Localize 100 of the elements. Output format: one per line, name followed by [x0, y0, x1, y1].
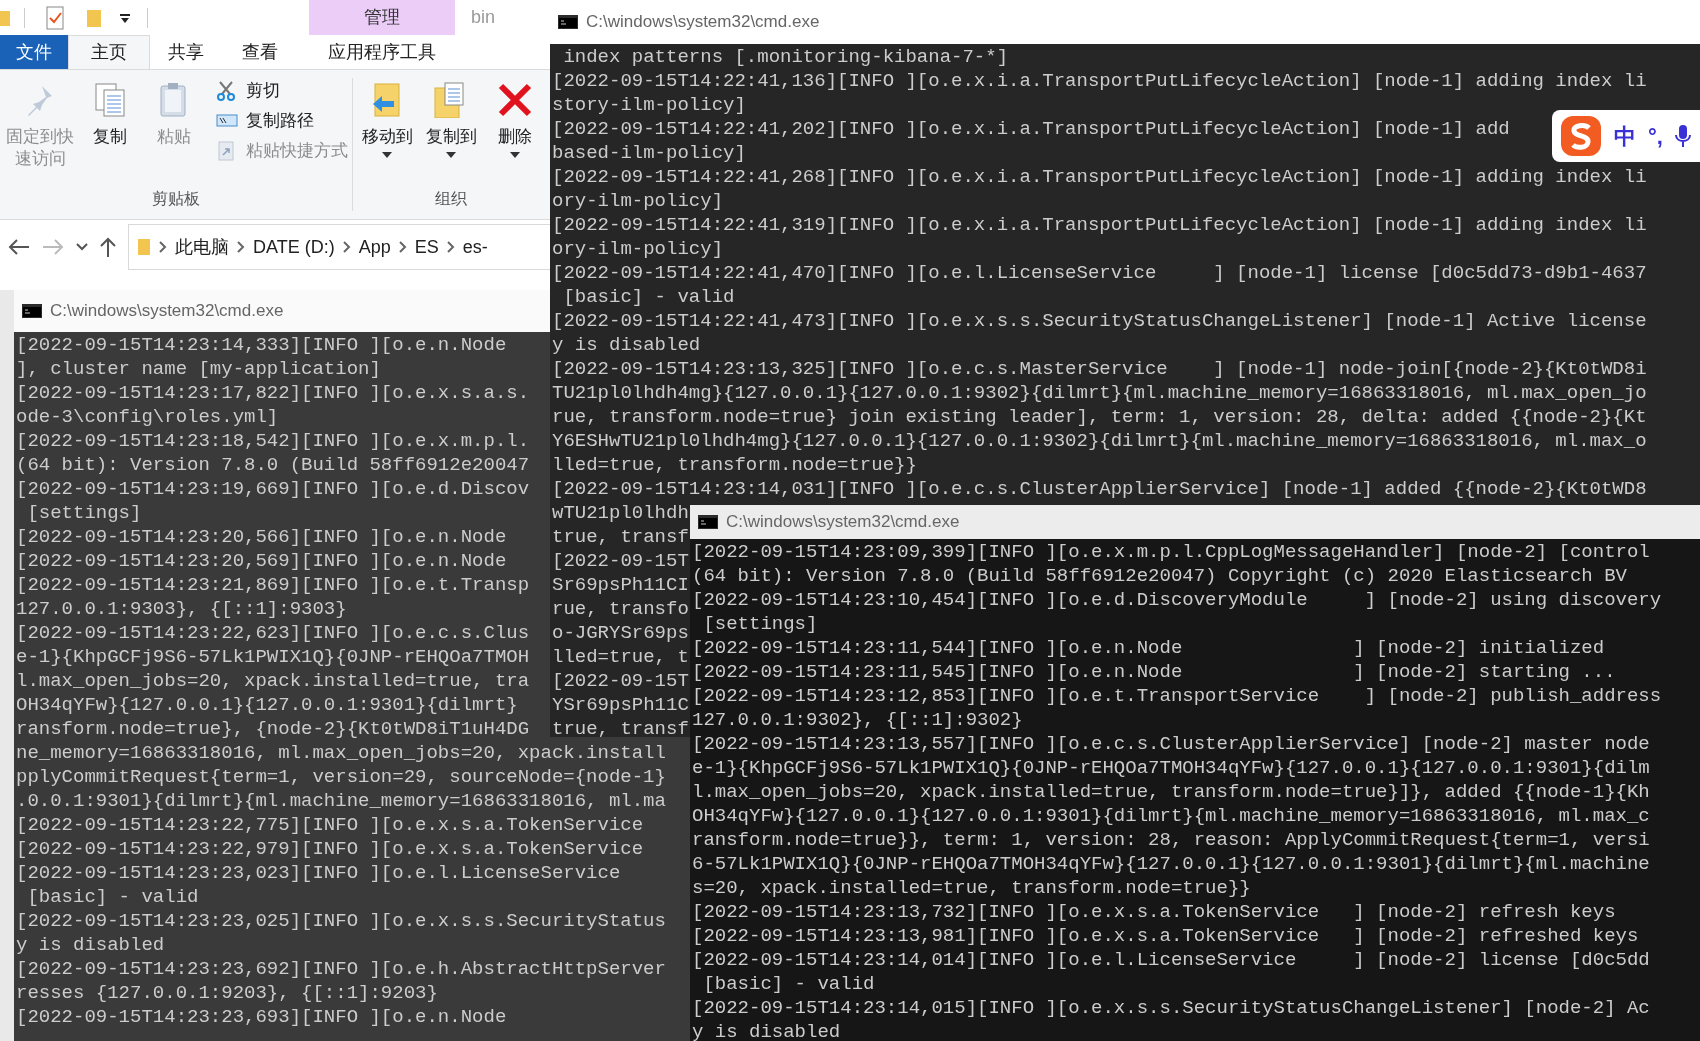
console-line: [2022-09-15T14:23:21,869][INFO ][o.e.t.Transp [16, 573, 530, 597]
console-line: 6-57Lk1PWIX1Q}{0JNP-rEHQOa7TMOH34qYFw}{127.0.0.1}{127.0.0.1:9301}{dilmrt}{ml.machine [692, 852, 1650, 876]
chevron-right-icon [342, 241, 351, 253]
console-line: [2022-09-15T [552, 669, 689, 693]
ribbon-tab[interactable]: 文件 [0, 35, 68, 69]
console-line: TU21pl0lhdh4mg}{127.0.0.1}{127.0.0.1:9302}{dilmrt}{ml.machine_memory=16863318016, ml.max_open_jo [552, 381, 1647, 405]
window-title: C:\windows\system32\cmd.exe [50, 300, 284, 323]
console-line: ransform.node=true}}, term: 1, version: 28, reason: ApplyCommitRequest{term=1, versi [692, 828, 1650, 852]
console-line: YSr69psPh11C [552, 693, 689, 717]
console-line: y is disabled [692, 1020, 841, 1041]
address-bar[interactable]: 此电脑 DATE (D:) App ES es- [128, 224, 552, 270]
window-title: C:\windows\system32\cmd.exe [586, 11, 820, 34]
console-line: [2022-09-15T14:23:20,566][INFO ][o.e.n.Node [16, 525, 507, 549]
breadcrumb-item[interactable]: 此电脑 [175, 233, 229, 261]
console-line: [2022-09-15T14:22:41,136][INFO ][o.e.x.i.a.TransportPutLifecycleAction] [node-1] adding index li [552, 69, 1647, 93]
ribbon-button[interactable]: 删除 [485, 78, 545, 158]
breadcrumb-item[interactable]: DATE (D:) [253, 233, 335, 261]
console-line: OH34qYFw}{127.0.0.1}{127.0.0.1:9301}{dilmrt}{ml.machine_memory=16863318016, ml.max_c [692, 804, 1650, 828]
console-line: s=20, xpack.installed=true, transform.node=true}} [692, 876, 1251, 900]
console-line: ne_memory=16863318016, ml.max_open_jobs=20, xpack.install [16, 741, 666, 765]
console-line: lled=true, t [552, 645, 689, 669]
group-label: 组织 [434, 189, 468, 209]
console-line: [2022-09-15T14:23:23,023][INFO ][o.e.l.LicenseService [16, 861, 621, 885]
console-line: rue, transfo [552, 597, 689, 621]
console-line: [2022-09-15T14:22:41,202][INFO ][o.e.x.i.a.TransportPutLifecycleAction] [node-1] add [552, 117, 1510, 141]
console-line: index patterns [.monitoring-kibana-7-*] [562, 45, 1009, 69]
checklist-icon[interactable] [45, 5, 65, 30]
ribbon-tab[interactable]: 主页 [68, 35, 150, 69]
chevron-down-icon[interactable] [76, 243, 88, 251]
chevron-right-icon [237, 241, 245, 253]
console-line: [2022-09-15T14:23:09,399][INFO ][o.e.x.m.p.l.CppLogMessageHandler] [node-2] [control [692, 540, 1650, 564]
console-line: [2022-09-15T14:23:10,454][INFO ][o.e.d.DiscoveryModule ] [node-2] using discovery [692, 588, 1662, 612]
console-line: .0.0.1:9301}{dilmrt}{ml.machine_memory=16863318016, ml.ma [16, 789, 666, 813]
window-title: bin [471, 6, 496, 29]
chevron-right-icon [159, 241, 167, 253]
console-line: [2022-09-15T14:23:14,333][INFO ][o.e.n.Node [16, 333, 507, 357]
console-line: true, transf [552, 525, 689, 549]
console-line: Y6ESHwTU21pl0lhdh4mg}{127.0.0.1}{127.0.0.1:9302}{dilmrt}{ml.machine_memory=16863318016, ml.max_o [552, 429, 1647, 453]
console-line: [2022-09-15T14:23:23,693][INFO ][o.e.n.Node [16, 1005, 507, 1029]
ime-logo-icon[interactable] [1560, 115, 1602, 157]
console-line: [2022-09-15T14:23:23,692][INFO ][o.e.h.AbstractHttpServer [16, 957, 666, 981]
console-icon [558, 15, 578, 29]
window-title: C:\windows\system32\cmd.exe [726, 511, 960, 534]
caret-icon [510, 152, 520, 158]
ribbon-tab[interactable]: 查看 [222, 35, 298, 69]
console-line: l.max_open_jobs=20, xpack.installed=true, tra [16, 669, 530, 693]
console-line: OH34qYFw}{127.0.0.1}{127.0.0.1:9301}{dilmrt} [16, 693, 518, 717]
console-line: ], cluster name [my-application] [16, 357, 381, 381]
group-label: 剪贴板 [151, 189, 201, 209]
console-line: [2022-09-15T14:23:12,853][INFO ][o.e.t.TransportService ] [node-2] publish_address [692, 684, 1662, 708]
console-line: (64 bit): Version 7.8.0 (Build 58ff6912e20047) Copyright (c) 2020 Elasticsearch BV [692, 564, 1627, 588]
console-line: [settings] [702, 612, 818, 636]
console-line: y is disabled [552, 333, 701, 357]
chevron-right-icon [446, 241, 455, 253]
console-line: [2022-09-15T14:23:11,545][INFO ][o.e.n.Node ] [node-2] starting ... [692, 660, 1616, 684]
microphone-icon[interactable] [1674, 124, 1691, 148]
ribbon-button[interactable]: 剪切 [216, 78, 348, 104]
console-line: [settings] [26, 501, 142, 525]
ribbon-tab[interactable]: 应用程序工具 [309, 35, 455, 69]
breadcrumb-item[interactable]: App [358, 233, 391, 261]
ime-mode-toggle[interactable]: 中 [1614, 119, 1636, 153]
console-line: [2022-09-15T14:23:19,669][INFO ][o.e.d.Discov [16, 477, 530, 501]
console-line: [basic] - valid [26, 885, 199, 909]
console-icon [22, 304, 42, 318]
documents-icon [92, 82, 128, 118]
chevron-right-icon [398, 241, 407, 253]
caret-icon [446, 152, 456, 158]
console-line: [2022-09-15T14:23:13,325][INFO ][o.e.c.s.MasterService ] [node-1] node-join[{node-2}{Kt0tWD8i [552, 357, 1647, 381]
console-line: story-ilm-policy] [552, 93, 746, 117]
ime-mode-toggle[interactable]: °, [1648, 119, 1663, 153]
console-line: [2022-09-15T14:23:23,025][INFO ][o.e.x.s.s.SecurityStatus [16, 909, 666, 933]
console-line: lled=true, transform.node=true}} [552, 453, 917, 477]
console-line: [2022-09-15T14:23:22,979][INFO ][o.e.x.s.a.TokenService [16, 837, 644, 861]
console-line: wTU21pl0lhdh [552, 501, 689, 525]
back-icon[interactable] [8, 239, 30, 255]
console-line: o-JGRYSr69ps [552, 621, 689, 645]
ribbon-button[interactable]: 复制路径 [216, 108, 348, 134]
console-line: e-1}{KhpGCFj9S6-57Lk1PWIX1Q}{0JNP-rEHQOa7TMOH [16, 645, 530, 669]
console-line: [2022-09-15T14:23:14,015][INFO ][o.e.x.s.s.SecurityStatusChangeListener] [node-2] Ac [692, 996, 1650, 1020]
console-line: rue, transform.node=true} join existing leader], term: 1, version: 28, delta: added {{node-2}{Kt [552, 405, 1647, 429]
breadcrumb-item[interactable]: es- [462, 233, 488, 261]
folder-icon [137, 237, 151, 257]
console-line: [2022-09-15T14:22:41,268][INFO ][o.e.x.i.a.TransportPutLifecycleAction] [node-1] adding index li [552, 165, 1647, 189]
console-line: [basic] - valid [702, 972, 875, 996]
dropdown-icon[interactable] [119, 11, 131, 24]
console-line: [2022-09-15T14:23:14,014][INFO ][o.e.l.LicenseService ] [node-2] license [d0c5dd [692, 948, 1650, 972]
console-line: [2022-09-15T14:22:41,470][INFO ][o.e.l.LicenseService ] [node-1] license [d0c5dd73-d9b1-4637 [552, 261, 1647, 285]
console-line: y is disabled [16, 933, 165, 957]
ribbon-button[interactable]: 移动到 [357, 78, 417, 158]
ribbon-button[interactable]: 复制 [80, 78, 140, 148]
console-line: [2022-09-15T14:23:22,775][INFO ][o.e.x.s.a.TokenService [16, 813, 644, 837]
up-icon[interactable] [100, 237, 116, 257]
console-line: [2022-09-15T [552, 549, 689, 573]
console-line: [2022-09-15T14:23:22,623][INFO ][o.e.c.s.Clus [16, 621, 530, 645]
breadcrumb-item[interactable]: ES [414, 233, 439, 261]
ribbon-tab[interactable]: 共享 [150, 35, 222, 69]
console-line: [2022-09-15T14:23:14,031][INFO ][o.e.c.s.ClusterApplierService] [node-1] added {{node-2}{Kt0tWD8 [552, 477, 1647, 501]
console-line: ode-3\config\roles.yml] [16, 405, 279, 429]
ribbon-button[interactable]: 复制到 [421, 78, 481, 158]
console-line: e-1}{KhpGCFj9S6-57Lk1PWIX1Q}{0JNP-rEHQOa7TMOH34qYFw}{127.0.0.1}{127.0.0.1:9301}{dilm [692, 756, 1650, 780]
